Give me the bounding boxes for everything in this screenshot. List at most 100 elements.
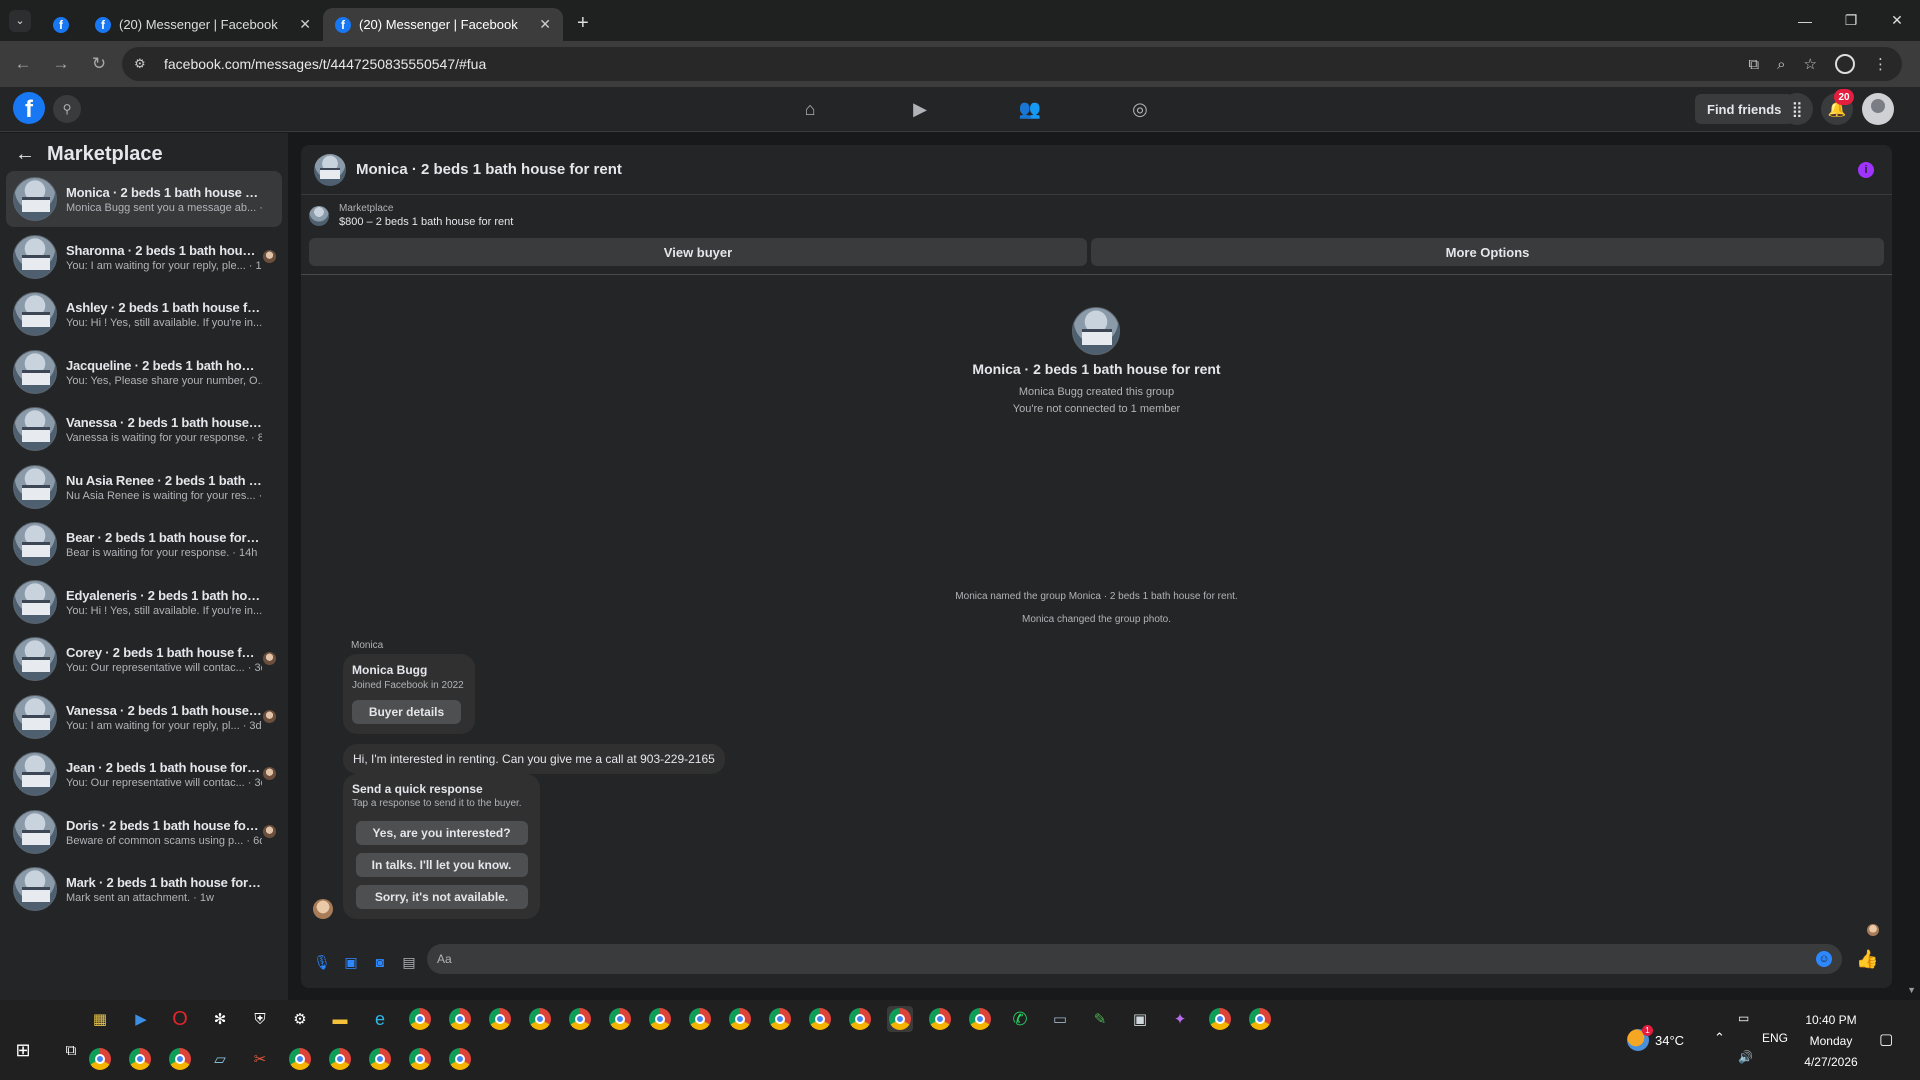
chrome-profile-icon[interactable] (447, 1046, 473, 1072)
video-icon[interactable]: ▶ (865, 87, 975, 132)
tab-close-icon[interactable]: ✕ (539, 16, 551, 33)
reload-icon[interactable]: ↻ (84, 54, 114, 74)
task-view-icon[interactable]: ⧉ (58, 1037, 84, 1063)
browser-tab-2[interactable]: f (20) Messenger | Facebook ✕ (323, 8, 563, 41)
pinned-tab[interactable]: f (41, 8, 83, 41)
chrome-profile-icon[interactable] (127, 1046, 153, 1072)
conversation-item[interactable]: Monica · 2 beds 1 bath house for r... Mon… (6, 171, 282, 227)
chrome-profile-icon[interactable] (87, 1046, 113, 1072)
document-app-icon[interactable]: ▱ (207, 1046, 233, 1072)
microsoft-store-icon[interactable]: ▦ (87, 1006, 113, 1032)
install-app-icon[interactable]: ⧉ (1748, 56, 1759, 73)
bookmark-star-icon[interactable]: ☆ (1804, 55, 1817, 73)
restore-icon[interactable]: ❐ (1828, 0, 1874, 41)
conversation-item[interactable]: Doris · 2 beds 1 bath house for r... Bewa… (6, 804, 282, 860)
conversation-item[interactable]: Bear · 2 beds 1 bath house for rent Bear … (6, 516, 282, 572)
find-friends-button[interactable]: Find friends (1695, 94, 1794, 124)
tab-close-icon[interactable]: ✕ (299, 16, 311, 33)
message-input[interactable]: Aa ☺ (427, 944, 1842, 974)
copilot-icon[interactable]: ✦ (1167, 1006, 1193, 1032)
quick-response-option[interactable]: In talks. I'll let you know. (355, 853, 528, 877)
whatsapp-icon[interactable]: ✆ (1007, 1006, 1033, 1032)
zoom-icon[interactable]: ⌕ (1777, 56, 1785, 73)
chrome-profile-icon[interactable] (167, 1046, 193, 1072)
back-icon[interactable]: ← (8, 54, 38, 74)
notepad-icon[interactable]: ✎ (1087, 1006, 1113, 1032)
browser-tab-1[interactable]: f (20) Messenger | Facebook ✕ (83, 8, 323, 41)
conversation-item[interactable]: Edyaleneris · 2 beds 1 bath house f...Yo… (6, 574, 282, 630)
quick-response-option[interactable]: Sorry, it's not available. (355, 885, 528, 909)
chrome-profile-icon[interactable] (1247, 1006, 1273, 1032)
photo-icon[interactable]: ▣ (343, 954, 359, 970)
chrome-icon[interactable] (407, 1006, 433, 1032)
chatgpt-icon[interactable]: ✻ (207, 1006, 233, 1032)
notification-center-icon[interactable]: ▢ (1879, 1030, 1893, 1048)
chrome-icon[interactable] (447, 1006, 473, 1032)
chrome-profile-icon[interactable] (847, 1006, 873, 1032)
sender-avatar[interactable] (313, 899, 333, 919)
edge-icon[interactable]: e (367, 1006, 393, 1032)
volume-icon[interactable]: 🔊 (1738, 1050, 1753, 1064)
account-avatar[interactable] (1862, 93, 1894, 125)
chrome-profile-icon[interactable] (487, 1006, 513, 1032)
conversation-item[interactable]: Sharonna · 2 beds 1 bath house ... You: I… (6, 229, 282, 285)
facebook-logo-icon[interactable]: f (13, 92, 45, 124)
marketplace-listing[interactable]: Marketplace $800 – 2 beds 1 bath house f… (309, 203, 513, 228)
weather-widget[interactable]: 1 34°C (1627, 1025, 1684, 1051)
chat-avatar[interactable] (314, 153, 346, 186)
quick-response-option[interactable]: Yes, are you interested? (355, 821, 528, 845)
conversation-item[interactable]: Corey · 2 beds 1 bath house for r... You:… (6, 631, 282, 687)
close-window-icon[interactable]: ✕ (1874, 0, 1920, 41)
chrome-profile-icon[interactable] (527, 1006, 553, 1032)
chrome-profile-icon[interactable] (767, 1006, 793, 1032)
chat-title[interactable]: Monica · 2 beds 1 bath house for rent (356, 161, 622, 178)
menu-grid-icon[interactable]: ⣿ (1781, 93, 1813, 125)
address-bar[interactable]: ⚙ facebook.com/messages/t/44472508355505… (122, 47, 1902, 81)
forward-icon[interactable]: → (46, 54, 76, 74)
network-icon[interactable]: ▭ (1738, 1011, 1749, 1025)
view-buyer-button[interactable]: View buyer (309, 238, 1087, 266)
conversation-item[interactable]: Vanessa · 2 beds 1 bath house for r...Va… (6, 401, 282, 457)
chrome-profile-icon[interactable] (327, 1046, 353, 1072)
chrome-profile-icon[interactable] (567, 1006, 593, 1032)
minimize-icon[interactable]: — (1782, 0, 1828, 41)
like-thumb-icon[interactable]: 👍 (1856, 949, 1878, 970)
media-app-icon[interactable]: ▶ (128, 1006, 154, 1032)
new-tab-icon[interactable]: + (577, 12, 589, 35)
conversation-item[interactable]: Ashley · 2 beds 1 bath house for rentYou… (6, 286, 282, 342)
profile-icon[interactable] (1835, 54, 1855, 74)
browser-menu-icon[interactable]: ⋮ (1873, 55, 1888, 73)
conversation-info-icon[interactable]: i (1858, 162, 1874, 178)
scroll-down-arrow-icon[interactable]: ▼ (1907, 985, 1916, 995)
settings-gear-icon[interactable]: ⚙ (287, 1006, 313, 1032)
remote-desktop-icon[interactable]: ▭ (1047, 1006, 1073, 1032)
more-options-button[interactable]: More Options (1091, 238, 1884, 266)
conversation-item[interactable]: Vanessa · 2 beds 1 bath house fo... You: … (6, 689, 282, 745)
chrome-profile-icon[interactable] (1207, 1006, 1233, 1032)
chrome-profile-icon[interactable] (407, 1046, 433, 1072)
conversation-item[interactable]: Jean · 2 beds 1 bath house for re... You:… (6, 746, 282, 802)
home-icon[interactable]: ⌂ (755, 87, 865, 132)
friends-icon[interactable]: 👥 (975, 87, 1085, 132)
conversation-item[interactable]: Nu Asia Renee · 2 beds 1 bath hou... Nu A… (6, 459, 282, 515)
chrome-profile-active-icon[interactable] (887, 1006, 913, 1032)
file-explorer-icon[interactable]: ▬ (327, 1006, 353, 1032)
snipping-tool-icon[interactable]: ✂ (247, 1046, 273, 1072)
microphone-icon[interactable]: 🎙 (313, 954, 331, 970)
windows-start-icon[interactable]: ⊞ (10, 1037, 36, 1063)
chrome-profile-icon[interactable] (647, 1006, 673, 1032)
tab-search-icon[interactable]: ⌄ (9, 9, 31, 32)
chrome-profile-icon[interactable] (607, 1006, 633, 1032)
search-icon[interactable]: ⚲ (53, 95, 81, 123)
sticker-icon[interactable]: ◙ (372, 954, 388, 970)
security-shield-icon[interactable]: ⛨ (247, 1006, 273, 1032)
language-indicator[interactable]: ENG (1762, 1031, 1788, 1045)
chrome-profile-icon[interactable] (967, 1006, 993, 1032)
chrome-profile-icon[interactable] (687, 1006, 713, 1032)
back-arrow-icon[interactable]: ← (15, 143, 35, 166)
message-bubble[interactable]: Hi, I'm interested in renting. Can you g… (343, 744, 725, 774)
show-hidden-icons-chevron-icon[interactable]: ⌃ (1714, 1030, 1725, 1046)
chrome-profile-icon[interactable] (727, 1006, 753, 1032)
conversation-item[interactable]: Jacqueline · 2 beds 1 bath house f... You… (6, 344, 282, 400)
chrome-profile-icon[interactable] (807, 1006, 833, 1032)
